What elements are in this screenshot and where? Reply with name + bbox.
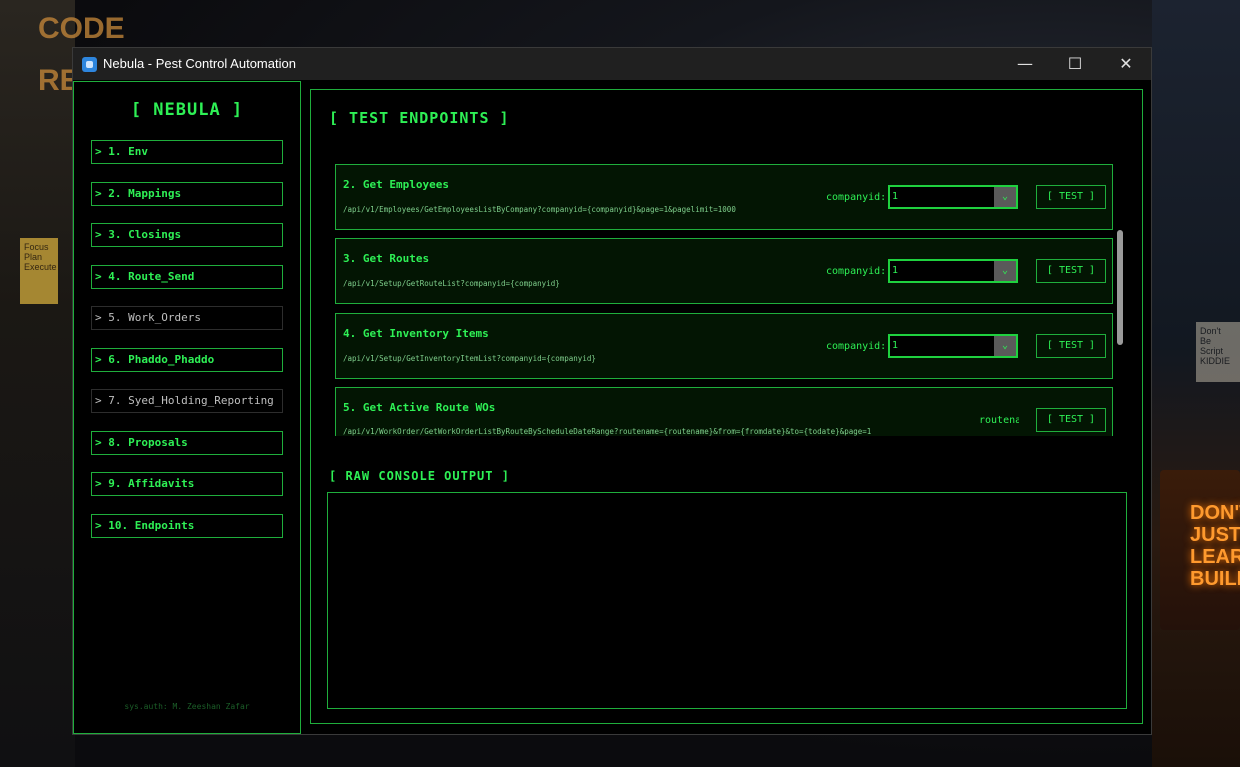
endpoint-path: /api/v1/Employees/GetEmployeesListByComp…: [343, 205, 736, 214]
author-footer: sys.auth: M. Zeeshan Zafar: [124, 702, 250, 711]
param-label: routena: [979, 415, 1019, 426]
title-bar[interactable]: Nebula - Pest Control Automation — ☐ ✕: [73, 48, 1151, 80]
sidebar-item-proposals[interactable]: > 8. Proposals: [91, 431, 283, 455]
chevron-down-icon[interactable]: ⌄: [994, 336, 1016, 356]
wallpaper-left: [0, 0, 75, 767]
param-label: companyid:: [826, 266, 887, 277]
endpoint-card: 5. Get Active Route WOs /api/v1/WorkOrde…: [335, 387, 1113, 436]
wallpaper-note: Don't Be Script KIDDIE: [1196, 322, 1240, 382]
param-label: companyid:: [826, 192, 887, 203]
test-button[interactable]: [ TEST ]: [1036, 408, 1106, 432]
sidebar-item-closings[interactable]: > 3. Closings: [91, 223, 283, 247]
wallpaper-sticky-note: Focus Plan Execute: [20, 238, 58, 304]
chevron-down-icon[interactable]: ⌄: [994, 187, 1016, 207]
sidebar-item-affidavits[interactable]: > 9. Affidavits: [91, 472, 283, 496]
endpoint-card: 2. Get Employees /api/v1/Employees/GetEm…: [335, 164, 1113, 230]
companyid-select[interactable]: 1 ⌄: [888, 334, 1018, 358]
sidebar-item-mappings[interactable]: > 2. Mappings: [91, 182, 283, 206]
endpoint-card: 3. Get Routes /api/v1/Setup/GetRouteList…: [335, 238, 1113, 304]
endpoint-path: /api/v1/Setup/GetRouteList?companyid={co…: [343, 279, 560, 288]
select-value: 1: [892, 265, 899, 276]
sidebar-item-endpoints[interactable]: > 10. Endpoints: [91, 514, 283, 538]
test-button[interactable]: [ TEST ]: [1036, 185, 1106, 209]
wallpaper-neon-sign: DON'T JUST LEARN BUILD: [1160, 470, 1240, 630]
sidebar-item-work-orders[interactable]: > 5. Work_Orders: [91, 306, 283, 330]
close-button[interactable]: ✕: [1101, 48, 1151, 80]
endpoint-list-scrollbar[interactable]: [1117, 230, 1123, 345]
select-value: 1: [892, 191, 899, 202]
sidebar-item-env[interactable]: > 1. Env: [91, 140, 283, 164]
endpoint-path: /api/v1/WorkOrder/GetWorkOrderListByRout…: [343, 427, 872, 436]
endpoint-title: 2. Get Employees: [343, 178, 449, 191]
window-title: Nebula - Pest Control Automation: [103, 56, 296, 71]
sidebar-item-route-send[interactable]: > 4. Route_Send: [91, 265, 283, 289]
endpoint-title: 4. Get Inventory Items: [343, 327, 489, 340]
page-title: [ TEST ENDPOINTS ]: [329, 109, 510, 127]
endpoint-title: 3. Get Routes: [343, 252, 430, 265]
chevron-down-icon[interactable]: ⌄: [994, 261, 1016, 281]
endpoint-path: /api/v1/Setup/GetInventoryItemList?compa…: [343, 354, 596, 363]
console-output[interactable]: [327, 492, 1127, 709]
endpoint-card: 4. Get Inventory Items /api/v1/Setup/Get…: [335, 313, 1113, 379]
app-window: Nebula - Pest Control Automation — ☐ ✕ […: [72, 47, 1152, 735]
wallpaper-text: CODE: [38, 12, 125, 45]
companyid-select[interactable]: 1 ⌄: [888, 185, 1018, 209]
sidebar: [ NEBULA ] > 1. Env > 2. Mappings > 3. C…: [73, 81, 301, 734]
brand-title: [ NEBULA ]: [130, 100, 244, 120]
minimize-button[interactable]: —: [1000, 48, 1050, 80]
test-button[interactable]: [ TEST ]: [1036, 259, 1106, 283]
main-panel: [ TEST ENDPOINTS ] 2. Get Employees /api…: [310, 89, 1143, 724]
console-title: [ RAW CONSOLE OUTPUT ]: [329, 469, 510, 483]
sidebar-item-syed-holding-reporting[interactable]: > 7. Syed_Holding_Reporting: [91, 389, 283, 413]
select-value: 1: [892, 340, 899, 351]
wallpaper-right: [1152, 0, 1240, 767]
endpoint-list: 2. Get Employees /api/v1/Employees/GetEm…: [335, 164, 1115, 436]
endpoint-title: 5. Get Active Route WOs: [343, 401, 496, 414]
test-button[interactable]: [ TEST ]: [1036, 334, 1106, 358]
app-icon: [82, 57, 97, 72]
param-label: companyid:: [826, 341, 887, 352]
companyid-select[interactable]: 1 ⌄: [888, 259, 1018, 283]
sidebar-item-phaddo-phaddo[interactable]: > 6. Phaddo_Phaddo: [91, 348, 283, 372]
maximize-button[interactable]: ☐: [1050, 48, 1100, 80]
